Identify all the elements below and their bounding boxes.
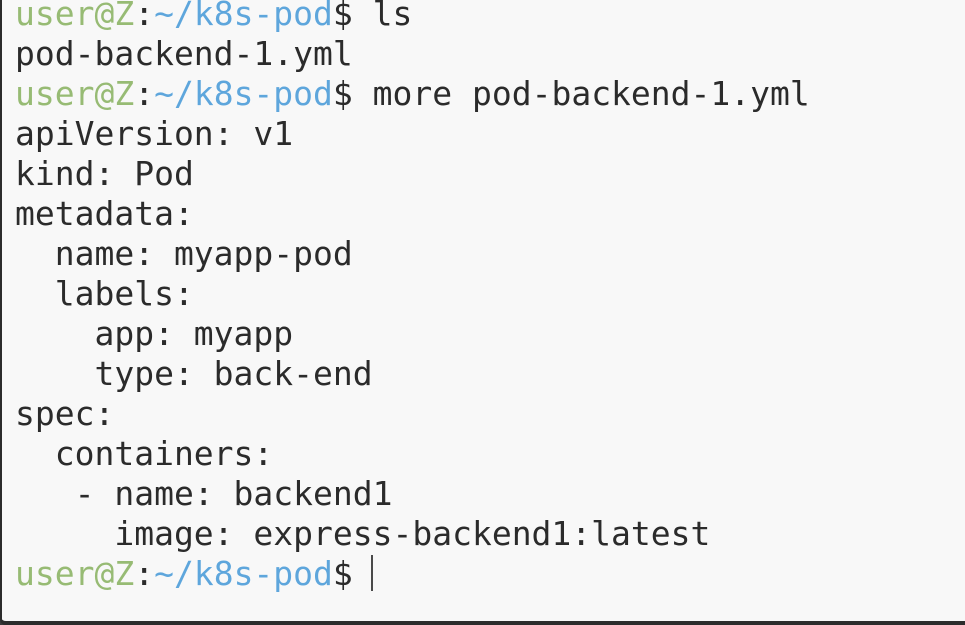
command-line: user@Z:~/k8s-pod$ ls — [15, 0, 810, 34]
command-text: more pod-backend-1.yml — [352, 74, 810, 113]
terminal-window[interactable]: user@Z:~/k8s-pod$ ls pod-backend-1.yml use… — [0, 0, 965, 625]
prompt-user-host: user@Z — [15, 74, 135, 113]
prompt-separator: : — [134, 554, 155, 593]
output-line: pod-backend-1.yml — [15, 34, 353, 73]
output-line: - name: backend1 — [15, 474, 393, 513]
prompt-symbol: $ — [332, 74, 353, 113]
prompt-symbol: $ — [332, 554, 353, 593]
output-line: labels: — [15, 274, 194, 313]
output-line: kind: Pod — [15, 154, 194, 193]
prompt-user-host: user@Z — [15, 0, 135, 33]
output-line: type: back-end — [15, 354, 373, 393]
prompt-symbol: $ — [332, 0, 353, 33]
output-line: containers: — [15, 434, 274, 473]
prompt-input-line: user@Z:~/k8s-pod$ — [15, 554, 810, 594]
command-line: user@Z:~/k8s-pod$ more pod-backend-1.yml — [15, 74, 810, 114]
terminal-output: user@Z:~/k8s-pod$ ls pod-backend-1.yml use… — [15, 0, 810, 594]
output-line: name: myapp-pod — [15, 234, 353, 273]
prompt-path: ~/k8s-pod — [154, 74, 333, 113]
prompt-separator: : — [134, 74, 155, 113]
prompt-path: ~/k8s-pod — [154, 0, 333, 33]
output-line: image: express-backend1:latest — [15, 514, 711, 553]
text-cursor — [370, 555, 373, 591]
output-line: spec: — [15, 394, 115, 433]
output-line: metadata: — [15, 194, 194, 233]
output-line: apiVersion: v1 — [15, 114, 294, 153]
output-line: app: myapp — [15, 314, 294, 353]
prompt-user-host: user@Z — [15, 554, 135, 593]
command-text: ls — [352, 0, 413, 33]
prompt-path: ~/k8s-pod — [154, 554, 333, 593]
prompt-separator: : — [134, 0, 155, 33]
